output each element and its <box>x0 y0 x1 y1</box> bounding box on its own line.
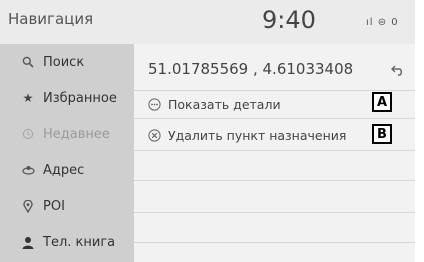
sidebar-item-label: POI <box>43 198 65 214</box>
address-icon <box>20 164 36 176</box>
clock: 9:40 <box>262 6 316 34</box>
coordinates-text: 51.01785569 , 4.61033408 <box>148 60 354 78</box>
sidebar-item-recent: Недавнее <box>0 116 134 152</box>
sidebar-item-label: Адрес <box>43 162 85 178</box>
navigation-screen: Навигация 9:40 ıl ⊜ 0 Поиск ★ Избранное … <box>0 0 415 262</box>
person-icon <box>20 236 36 249</box>
divider <box>134 118 415 119</box>
action-label: Показать детали <box>168 97 281 112</box>
callout-b: B <box>372 124 392 144</box>
divider <box>134 242 415 243</box>
divider <box>134 90 415 91</box>
sidebar: Поиск ★ Избранное Недавнее Адрес POI Тел… <box>0 44 134 262</box>
sidebar-item-label: Избранное <box>43 90 117 106</box>
sidebar-item-poi[interactable]: POI <box>0 188 134 224</box>
screen-title: Навигация <box>8 10 94 28</box>
star-icon: ★ <box>22 91 34 105</box>
sidebar-item-phonebook[interactable]: Тел. книга <box>0 224 134 260</box>
divider <box>134 212 415 213</box>
back-icon <box>390 61 406 80</box>
sidebar-item-address[interactable]: Адрес <box>0 152 134 188</box>
details-icon <box>147 98 161 112</box>
action-label: Удалить пункт назначения <box>168 128 347 143</box>
destination-panel: 51.01785569 , 4.61033408 Показать детали… <box>134 44 415 262</box>
pin-icon <box>20 199 36 213</box>
divider <box>134 150 415 151</box>
delete-icon <box>147 129 161 143</box>
sidebar-item-label: Тел. книга <box>43 234 116 250</box>
sidebar-item-search[interactable]: Поиск <box>0 44 134 80</box>
callout-a: A <box>372 92 392 112</box>
sidebar-item-label: Недавнее <box>43 126 110 142</box>
sidebar-item-label: Поиск <box>43 54 85 70</box>
back-button[interactable] <box>385 58 411 82</box>
sidebar-item-favorites[interactable]: ★ Избранное <box>0 80 134 116</box>
top-bar: Навигация 9:40 ıl ⊜ 0 <box>0 0 415 44</box>
search-icon <box>20 56 36 68</box>
divider <box>134 180 415 181</box>
clock-icon <box>20 128 36 140</box>
status-icons: ıl ⊜ 0 <box>366 17 399 28</box>
